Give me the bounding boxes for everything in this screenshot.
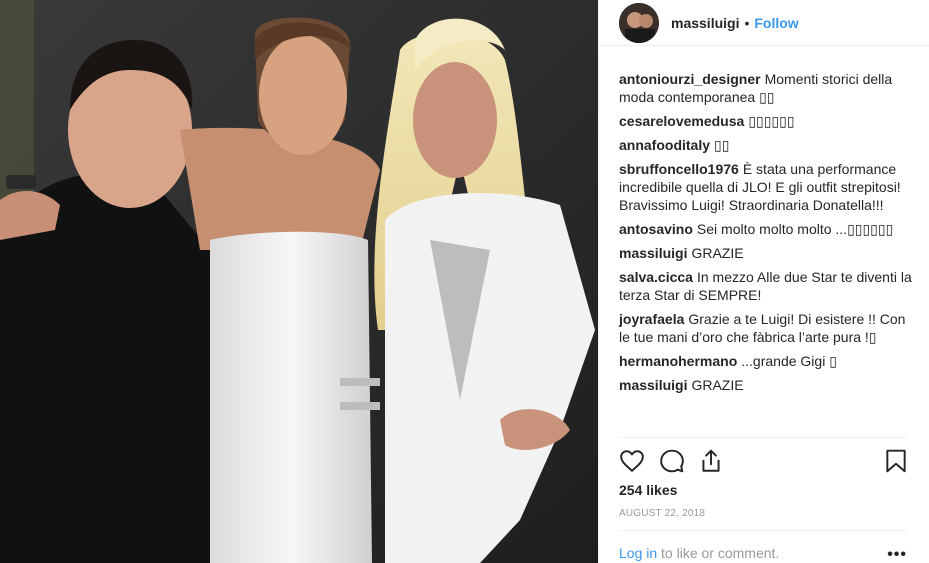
follow-button[interactable]: Follow [754,15,798,31]
comment-username[interactable]: massiluigi [619,245,687,261]
comment-bubble-icon [660,449,684,473]
like-button[interactable] [619,448,645,474]
comment-username[interactable]: salva.cicca [619,269,693,285]
instagram-post: massiluigi • Follow antoniourzi_designer… [0,0,929,563]
bookmark-icon [886,449,906,473]
comment-username[interactable]: hermanohermano [619,353,737,369]
comment-text: GRAZIE [691,245,744,261]
post-photo[interactable] [0,0,598,563]
header-username[interactable]: massiluigi [671,15,739,31]
comment-text: Sei molto molto molto ...▯▯▯▯▯▯ [696,221,894,237]
comment-username[interactable]: cesarelovemedusa [619,113,744,129]
comment: sbruffoncello1976 È stata una performance… [619,160,919,214]
comment: annafooditaly ▯▯ [619,136,919,154]
action-bar [619,448,909,476]
comment-button[interactable] [659,448,685,474]
comment: massiluigi GRAZIE [619,376,919,394]
post-sidebar: massiluigi • Follow antoniourzi_designer… [598,0,929,563]
comment-text: ▯▯ [714,137,730,153]
more-options-icon[interactable]: ••• [887,546,907,563]
post-date: AUGUST 22, 2018 [619,508,706,519]
login-link[interactable]: Log in [619,545,657,561]
comment-username[interactable]: massiluigi [619,377,687,393]
share-button[interactable] [698,448,724,474]
divider [619,437,907,438]
like-count[interactable]: 254 likes [619,482,677,498]
post-photo-illustration [0,0,598,563]
share-icon [702,449,720,472]
comment-username[interactable]: annafooditaly [619,137,710,153]
comment: hermanohermano ...grande Gigi ▯ [619,352,919,370]
comment: massiluigi GRAZIE [619,244,919,262]
comment-username[interactable]: antosavino [619,221,693,237]
save-button[interactable] [883,448,909,474]
comment-text: ...grande Gigi ▯ [741,353,837,369]
post-header: massiluigi • Follow [599,0,929,46]
comment-username[interactable]: antoniourzi_designer [619,71,761,87]
comment-text: GRAZIE [691,377,744,393]
comment-text: ▯▯▯▯▯▯ [748,113,795,129]
avatar-image [619,2,659,43]
avatar[interactable] [619,2,659,43]
comment: cesarelovemedusa ▯▯▯▯▯▯ [619,112,919,130]
comment-username[interactable]: sbruffoncello1976 [619,161,739,177]
divider [619,530,907,531]
comment: antosavino Sei molto molto molto ...▯▯▯▯▯… [619,220,919,238]
login-prompt: Log in to like or comment. [619,545,779,561]
login-prompt-text: to like or comment. [657,545,780,561]
comment-username[interactable]: joyrafaela [619,311,684,327]
comment: salva.cicca In mezzo Alle due Star te div… [619,268,919,304]
header-separator: • [744,14,750,31]
comment: antoniourzi_designer Momenti storici dell… [619,70,919,106]
comment-list: antoniourzi_designer Momenti storici dell… [619,70,919,400]
comment: joyrafaela Grazie a te Luigi! Di esistere… [619,310,919,346]
heart-icon [620,450,644,472]
